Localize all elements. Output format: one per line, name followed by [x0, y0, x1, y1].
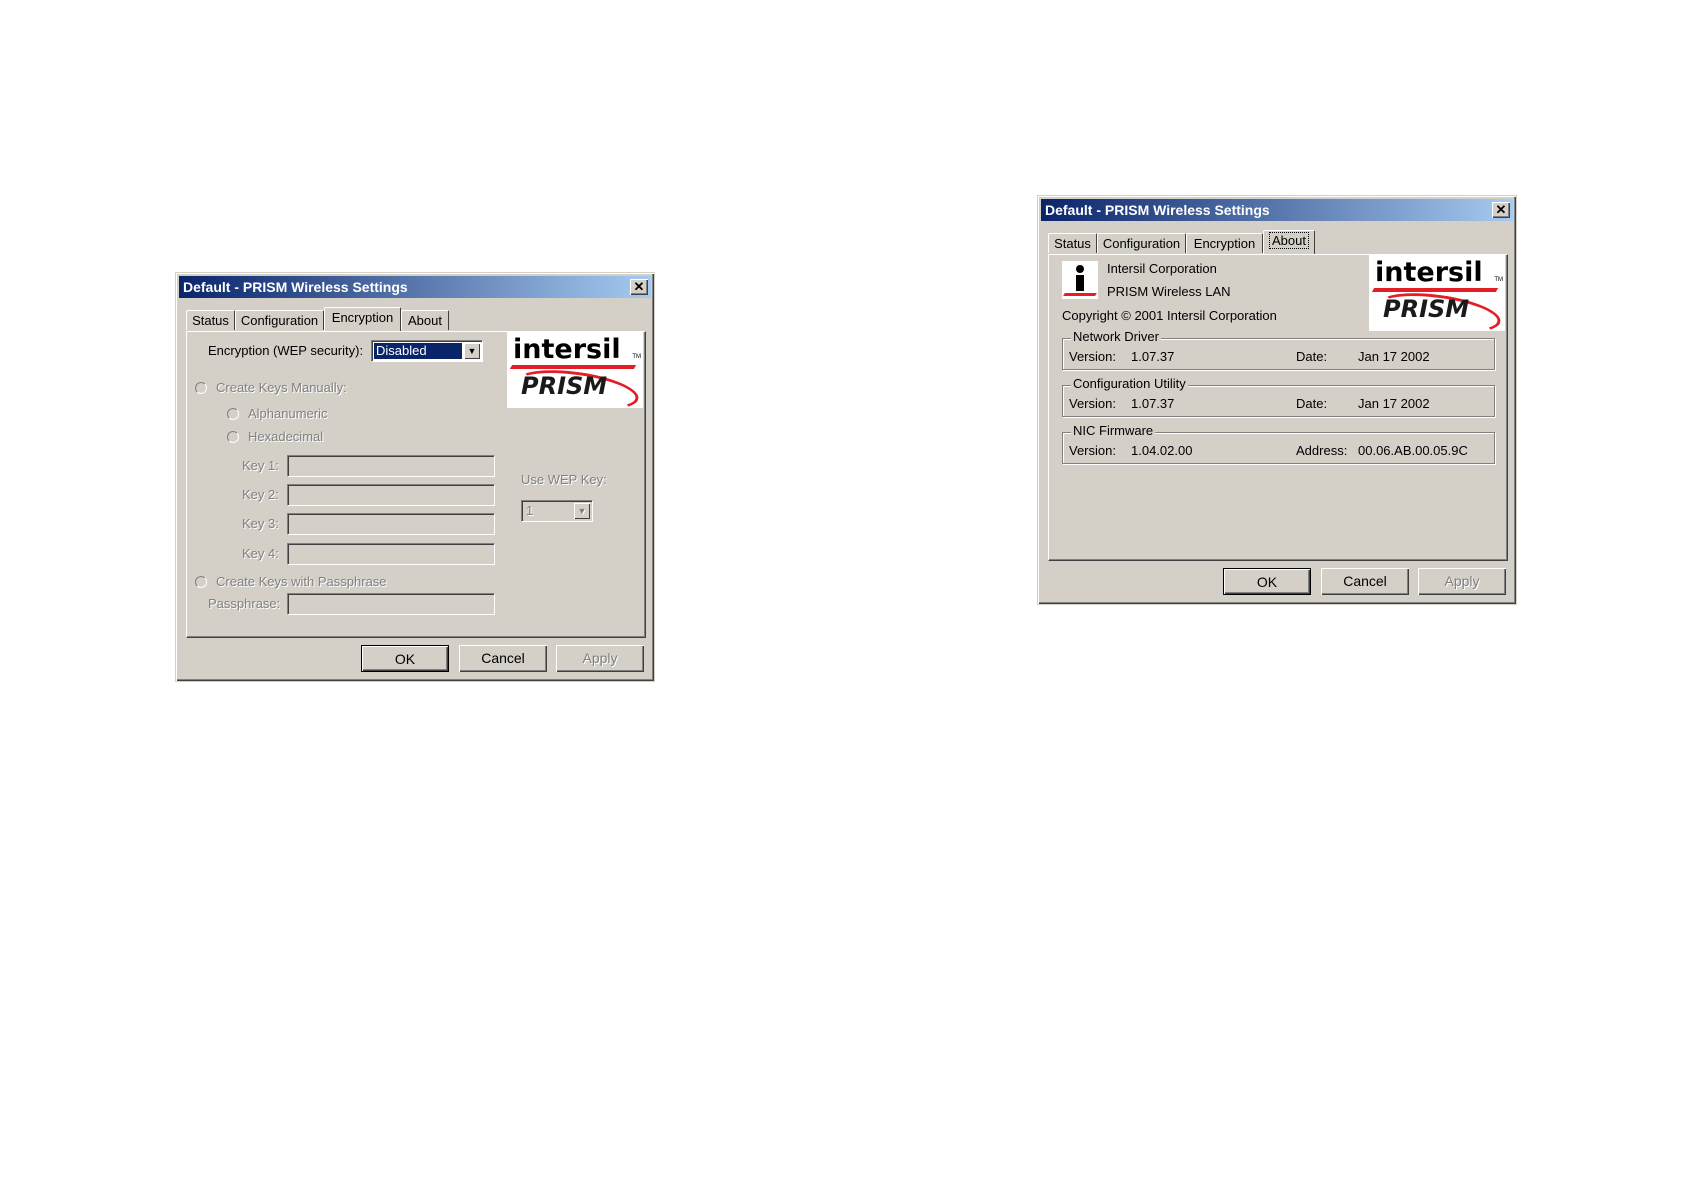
i-icon-stem: [1076, 275, 1084, 291]
use-wep-key-value: 1: [526, 503, 534, 518]
create-keys-passphrase-label: Create Keys with Passphrase: [216, 574, 387, 589]
group-title: NIC Firmware: [1071, 423, 1156, 438]
chevron-down-icon[interactable]: ▼: [574, 503, 590, 519]
date-label: Date:: [1296, 349, 1328, 364]
key2-label: Key 2:: [242, 487, 279, 502]
logo-swoosh: [1371, 288, 1499, 292]
date-label: Date:: [1296, 396, 1328, 411]
version-value: 1.07.37: [1131, 396, 1175, 411]
ok-button[interactable]: OK: [1223, 568, 1311, 595]
logo-brand: intersil: [1375, 257, 1483, 288]
logo-product: PRISM: [1383, 295, 1470, 323]
address-value: 00.06.AB.00.05.9C: [1358, 443, 1468, 458]
logo-tm: TM: [632, 354, 641, 360]
key4-input[interactable]: [287, 543, 495, 565]
group-title: Network Driver: [1071, 329, 1161, 344]
create-keys-manually-label: Create Keys Manually:: [216, 380, 347, 395]
copyright-text: Copyright © 2001 Intersil Corporation: [1062, 308, 1277, 323]
title-bar[interactable]: Default - PRISM Wireless Settings ✕: [1041, 199, 1513, 221]
hexadecimal-radio[interactable]: [227, 431, 239, 443]
passphrase-input[interactable]: [287, 593, 495, 615]
company-name: Intersil Corporation: [1107, 261, 1217, 276]
key3-input[interactable]: [287, 513, 495, 535]
logo-product: PRISM: [521, 372, 608, 400]
configuration-utility-group: Configuration Utility Version: 1.07.37 D…: [1062, 376, 1495, 417]
window-title: Default - PRISM Wireless Settings: [1045, 202, 1270, 218]
key3-label: Key 3:: [242, 516, 279, 531]
apply-button[interactable]: Apply: [1418, 568, 1506, 595]
tab-panel: Encryption (WEP security): Disabled ▼ in…: [186, 331, 646, 638]
version-value: 1.04.02.00: [1131, 443, 1193, 458]
dialog-about: Default - PRISM Wireless Settings ✕ Stat…: [1037, 195, 1517, 605]
logo-swoosh: [509, 365, 637, 369]
version-value: 1.07.37: [1131, 349, 1175, 364]
window-title: Default - PRISM Wireless Settings: [183, 279, 408, 295]
version-label: Version:: [1069, 396, 1116, 411]
tab-encryption[interactable]: Encryption: [1186, 233, 1263, 253]
close-icon[interactable]: ✕: [630, 279, 648, 295]
encryption-label: Encryption (WEP security):: [208, 343, 364, 358]
i-icon-bar: [1063, 293, 1097, 296]
tab-status[interactable]: Status: [1048, 233, 1097, 253]
tab-about[interactable]: About: [1263, 230, 1315, 254]
passphrase-label: Passphrase:: [208, 596, 281, 611]
network-driver-group: Network Driver Version: 1.07.37 Date: Ja…: [1062, 329, 1495, 370]
encryption-select[interactable]: Disabled ▼: [371, 340, 483, 362]
date-value: Jan 17 2002: [1358, 349, 1430, 364]
cancel-button[interactable]: Cancel: [1321, 568, 1409, 595]
ok-button[interactable]: OK: [361, 645, 449, 672]
dialog-encryption: Default - PRISM Wireless Settings ✕ Stat…: [175, 272, 655, 682]
tab-configuration[interactable]: Configuration: [235, 310, 324, 330]
create-keys-manually-radio[interactable]: [195, 382, 207, 394]
use-wep-key-select[interactable]: 1 ▼: [521, 500, 593, 522]
date-value: Jan 17 2002: [1358, 396, 1430, 411]
create-keys-passphrase-radio[interactable]: [195, 576, 207, 588]
address-label: Address:: [1296, 443, 1348, 458]
close-icon[interactable]: ✕: [1492, 202, 1510, 218]
key1-label: Key 1:: [242, 458, 279, 473]
chevron-down-icon[interactable]: ▼: [464, 343, 480, 359]
version-label: Version:: [1069, 443, 1116, 458]
intersil-prism-logo: intersil TM PRISM: [507, 332, 643, 417]
key1-input[interactable]: [287, 455, 495, 477]
product-name: PRISM Wireless LAN: [1107, 284, 1231, 299]
nic-firmware-group: NIC Firmware Version: 1.04.02.00 Address…: [1062, 423, 1495, 464]
apply-button[interactable]: Apply: [556, 645, 644, 672]
version-label: Version:: [1069, 349, 1116, 364]
title-bar[interactable]: Default - PRISM Wireless Settings ✕: [179, 276, 651, 298]
alphanumeric-radio[interactable]: [227, 408, 239, 420]
alphanumeric-label: Alphanumeric: [248, 406, 328, 421]
tab-panel: Intersil Corporation PRISM Wireless LAN …: [1048, 254, 1508, 561]
tab-configuration[interactable]: Configuration: [1097, 233, 1186, 253]
intersil-i-icon: [1062, 261, 1098, 299]
encryption-select-value: Disabled: [374, 343, 462, 359]
tab-status[interactable]: Status: [186, 310, 235, 330]
key2-input[interactable]: [287, 484, 495, 506]
group-title: Configuration Utility: [1071, 376, 1188, 391]
hexadecimal-label: Hexadecimal: [248, 429, 324, 444]
cancel-button[interactable]: Cancel: [459, 645, 547, 672]
intersil-prism-logo: intersil TM PRISM: [1369, 255, 1505, 340]
tab-about[interactable]: About: [401, 310, 449, 330]
tab-about-label: About: [1269, 232, 1309, 249]
i-icon-dot: [1076, 265, 1084, 273]
tab-encryption[interactable]: Encryption: [324, 307, 401, 331]
logo-brand: intersil: [513, 334, 621, 365]
logo-tm: TM: [1494, 277, 1503, 283]
key4-label: Key 4:: [242, 546, 279, 561]
use-wep-key-label: Use WEP Key:: [521, 472, 607, 487]
